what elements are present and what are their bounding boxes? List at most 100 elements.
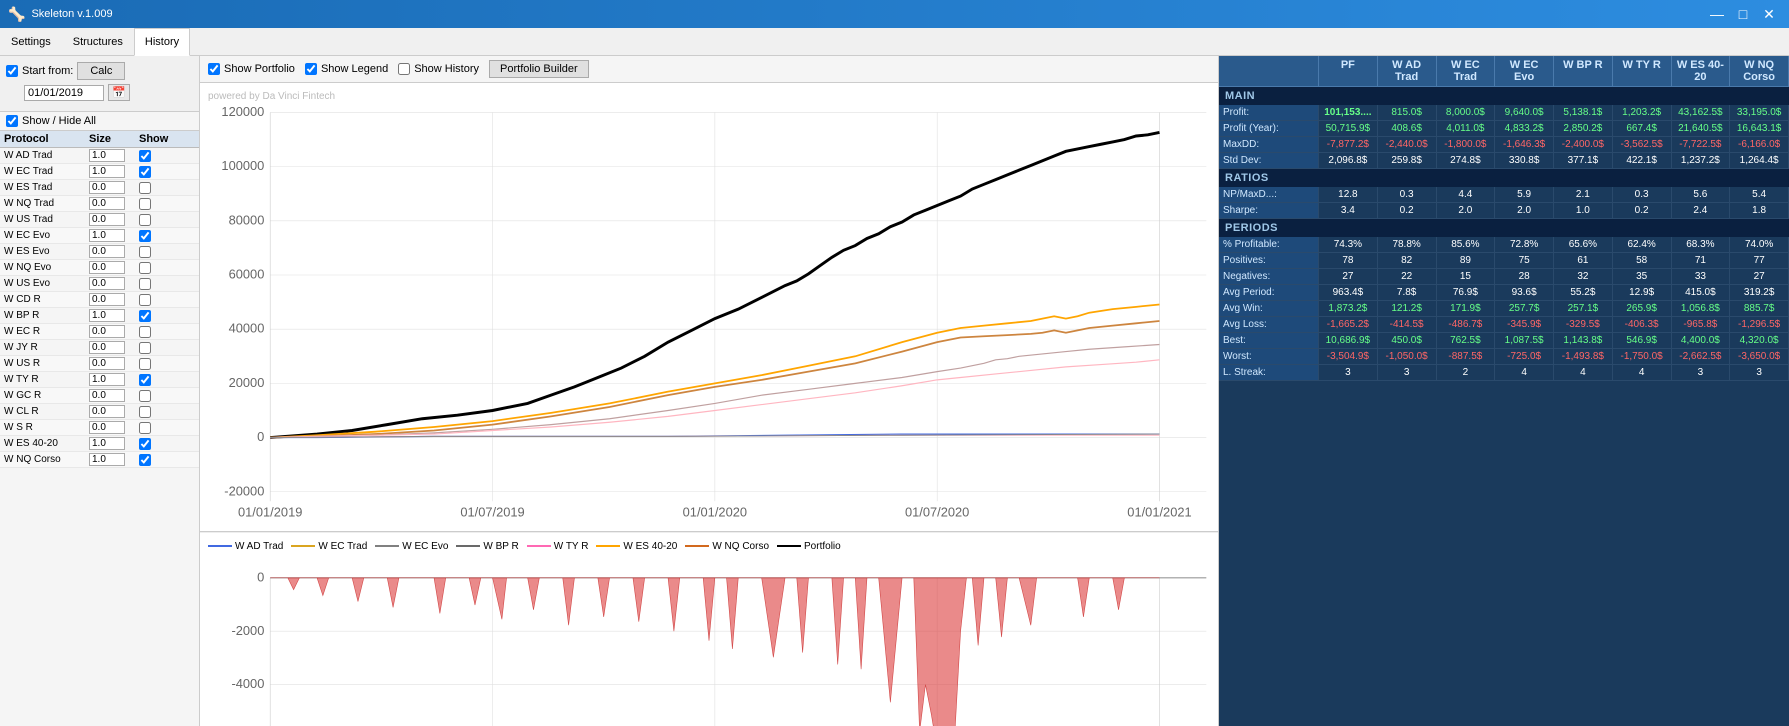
start-from-checkbox[interactable]: [6, 65, 18, 77]
stats-cell-2: 762.5$: [1437, 333, 1496, 348]
main-chart-svg: 120000 100000 80000 60000 40000 20000 0 …: [200, 83, 1218, 531]
stats-col-header-3: W EC Evo: [1495, 56, 1554, 86]
protocol-size-input[interactable]: [89, 373, 125, 386]
stats-cell-4: 2.1: [1554, 187, 1613, 202]
protocol-show-checkbox[interactable]: [139, 406, 151, 418]
protocol-show-checkbox[interactable]: [139, 182, 151, 194]
protocol-row: W TY R: [0, 372, 199, 388]
protocol-show-checkbox[interactable]: [139, 214, 151, 226]
protocol-size-input[interactable]: [89, 245, 125, 258]
protocol-size-input[interactable]: [89, 213, 125, 226]
stats-cell-4: 4: [1554, 365, 1613, 380]
protocol-size-input[interactable]: [89, 453, 125, 466]
stats-data-row: Best:10,686.9$450.0$762.5$1,087.5$1,143.…: [1219, 333, 1789, 349]
protocol-show-checkbox[interactable]: [139, 294, 151, 306]
stats-header-row: PFW AD TradW EC TradW EC EvoW BP RW TY R…: [1219, 56, 1789, 87]
protocol-show-checkbox[interactable]: [139, 358, 151, 370]
protocol-name: W NQ Trad: [4, 198, 89, 209]
stats-cell-3: -725.0$: [1495, 349, 1554, 364]
stats-cell-0: 12.8: [1319, 187, 1378, 202]
show-portfolio-checkbox[interactable]: [208, 63, 220, 75]
protocol-size-input[interactable]: [89, 421, 125, 434]
stats-col-header-1: W AD Trad: [1378, 56, 1437, 86]
protocol-size-input[interactable]: [89, 309, 125, 322]
stats-cell-1: 450.0$: [1378, 333, 1437, 348]
show-legend-checkbox[interactable]: [305, 63, 317, 75]
protocol-size-input[interactable]: [89, 181, 125, 194]
protocol-show-checkbox[interactable]: [139, 438, 151, 450]
stats-cell-6: 4,400.0$: [1672, 333, 1731, 348]
portfolio-builder-button[interactable]: Portfolio Builder: [489, 60, 589, 78]
protocol-row: W NQ Corso: [0, 452, 199, 468]
protocol-show-checkbox[interactable]: [139, 310, 151, 322]
menu-settings[interactable]: Settings: [0, 28, 62, 55]
stats-cell-5: 265.9$: [1613, 301, 1672, 316]
protocol-size-input[interactable]: [89, 229, 125, 242]
protocol-size-input[interactable]: [89, 357, 125, 370]
protocol-show-checkbox[interactable]: [139, 230, 151, 242]
protocol-show-checkbox[interactable]: [139, 198, 151, 210]
stats-col-header-7: W NQ Corso: [1730, 56, 1789, 86]
protocol-show-checkbox[interactable]: [139, 166, 151, 178]
protocol-size-input[interactable]: [89, 437, 125, 450]
stats-cell-4: 377.1$: [1554, 153, 1613, 168]
protocol-show-checkbox[interactable]: [139, 262, 151, 274]
show-hide-all-checkbox[interactable]: [6, 115, 18, 127]
stats-data-row: Worst:-3,504.9$-1,050.0$-887.5$-725.0$-1…: [1219, 349, 1789, 365]
stats-cell-1: -1,050.0$: [1378, 349, 1437, 364]
maximize-button[interactable]: □: [1731, 3, 1755, 25]
protocol-size-input[interactable]: [89, 149, 125, 162]
calc-button[interactable]: Calc: [77, 62, 125, 80]
chart-area: Show Portfolio Show Legend Show History …: [200, 56, 1219, 726]
protocol-name: W ES Trad: [4, 182, 89, 193]
protocol-size-input[interactable]: [89, 341, 125, 354]
calendar-icon[interactable]: 📅: [108, 84, 130, 101]
protocol-show-checkbox[interactable]: [139, 342, 151, 354]
protocol-show-checkbox[interactable]: [139, 422, 151, 434]
stats-data-row: Std Dev:2,096.8$259.8$274.8$330.8$377.1$…: [1219, 153, 1789, 169]
svg-text:01/01/2019: 01/01/2019: [238, 504, 302, 519]
protocol-size-input[interactable]: [89, 389, 125, 402]
protocol-size-input[interactable]: [89, 293, 125, 306]
protocol-row: W JY R: [0, 340, 199, 356]
date-input[interactable]: [24, 85, 104, 101]
menu-history[interactable]: History: [134, 28, 190, 56]
stats-cell-2: 76.9$: [1437, 285, 1496, 300]
protocol-show-checkbox[interactable]: [139, 374, 151, 386]
stats-cell-1: -2,440.0$: [1378, 137, 1437, 152]
stats-cell-4: 5,138.1$: [1554, 105, 1613, 120]
protocol-name: W BP R: [4, 310, 89, 321]
show-history-checkbox[interactable]: [398, 63, 410, 75]
svg-text:01/07/2020: 01/07/2020: [905, 504, 969, 519]
protocol-size-input[interactable]: [89, 277, 125, 290]
menu-structures[interactable]: Structures: [62, 28, 134, 55]
protocol-name: W GC R: [4, 390, 89, 401]
stats-row-label: Worst:: [1219, 349, 1319, 364]
close-button[interactable]: ✕: [1757, 3, 1781, 25]
stats-cell-0: 78: [1319, 253, 1378, 268]
protocol-size-input[interactable]: [89, 325, 125, 338]
stats-cell-0: 101,153....: [1319, 105, 1378, 120]
legend-item: W AD Trad: [208, 537, 283, 556]
stats-data-row: % Profitable:74.3%78.8%85.6%72.8%65.6%62…: [1219, 237, 1789, 253]
protocol-size-input[interactable]: [89, 197, 125, 210]
protocol-show-checkbox[interactable]: [139, 246, 151, 258]
stats-cell-1: 0.2: [1378, 203, 1437, 218]
protocol-row: W CD R: [0, 292, 199, 308]
protocol-name: W NQ Evo: [4, 262, 89, 273]
stats-cell-0: -1,665.2$: [1319, 317, 1378, 332]
stats-cell-7: 74.0%: [1730, 237, 1789, 252]
stats-cell-2: 89: [1437, 253, 1496, 268]
protocol-show-checkbox[interactable]: [139, 454, 151, 466]
protocol-show-checkbox[interactable]: [139, 150, 151, 162]
protocol-size-input[interactable]: [89, 405, 125, 418]
protocol-name: W US Evo: [4, 278, 89, 289]
protocol-size-input[interactable]: [89, 261, 125, 274]
minimize-button[interactable]: —: [1705, 3, 1729, 25]
protocol-show-checkbox[interactable]: [139, 278, 151, 290]
stats-cell-4: 55.2$: [1554, 285, 1613, 300]
stats-cell-2: 8,000.0$: [1437, 105, 1496, 120]
protocol-size-input[interactable]: [89, 165, 125, 178]
protocol-show-checkbox[interactable]: [139, 326, 151, 338]
protocol-show-checkbox[interactable]: [139, 390, 151, 402]
